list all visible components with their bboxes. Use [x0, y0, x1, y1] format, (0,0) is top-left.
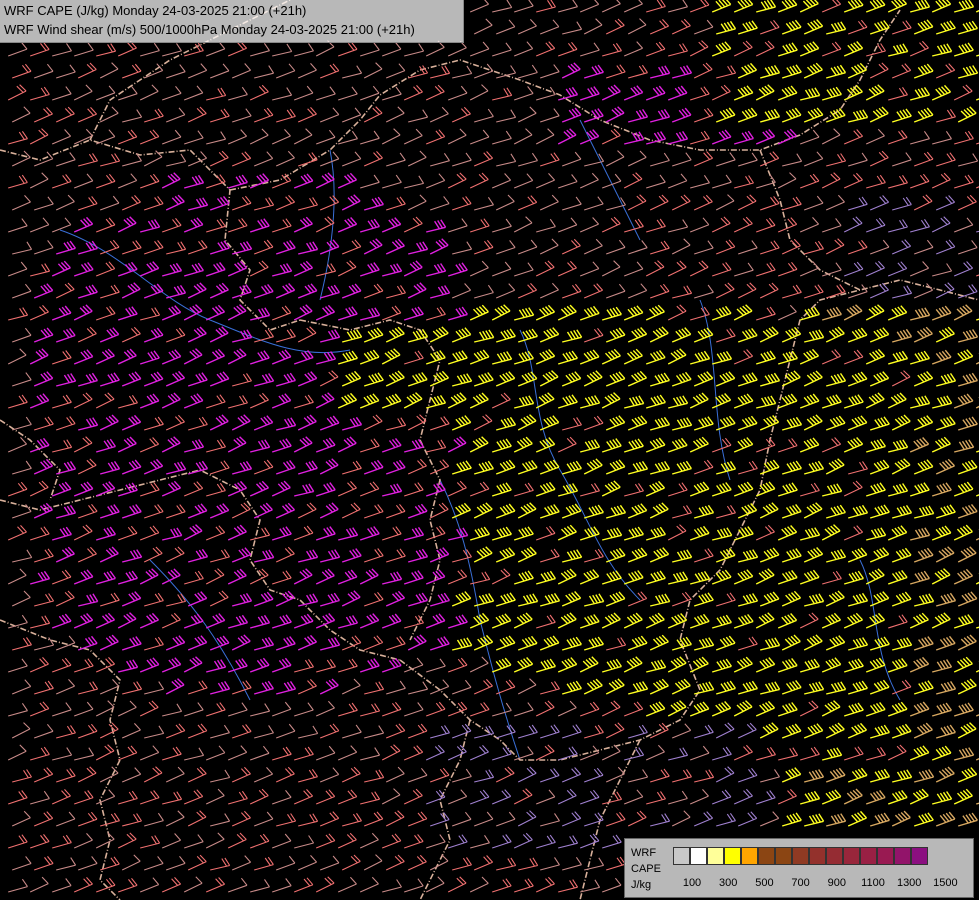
legend-tick-label: 100	[682, 877, 702, 889]
legend-swatch	[724, 847, 741, 865]
map-background	[0, 0, 979, 900]
title-cape: WRF CAPE (J/kg) Monday 24-03-2025 21:00 …	[4, 3, 307, 18]
legend-color-scale	[673, 847, 928, 865]
legend-tick-label: 1500	[933, 877, 958, 889]
legend-swatch	[860, 847, 877, 865]
legend-swatch	[826, 847, 843, 865]
legend-tick-label: 500	[755, 877, 774, 889]
map-canvas	[0, 0, 979, 900]
legend-swatch	[843, 847, 860, 865]
legend-swatch	[673, 847, 690, 865]
legend-tick-label: 700	[791, 877, 810, 889]
legend-swatch	[894, 847, 911, 865]
legend-swatch	[741, 847, 758, 865]
legend-swatch	[707, 847, 724, 865]
legend-swatch	[809, 847, 826, 865]
legend-tick-labels: 100 300 500 700 900 1100 1300 1500	[625, 877, 973, 891]
title-box: WRF CAPE (J/kg) Monday 24-03-2025 21:00 …	[0, 0, 464, 43]
title-wind-shear: WRF Wind shear (m/s) 500/1000hPa Monday …	[4, 22, 415, 37]
legend-swatch	[792, 847, 809, 865]
legend-swatch	[775, 847, 792, 865]
legend-tick-label: 1300	[896, 877, 922, 889]
legend-swatch	[690, 847, 707, 865]
legend-tick-label: 900	[827, 877, 846, 889]
legend-swatch	[758, 847, 775, 865]
legend-swatch	[911, 847, 928, 865]
legend-model-label: WRF	[631, 847, 657, 859]
legend-tick-label: 300	[719, 877, 738, 889]
legend-swatch	[877, 847, 894, 865]
legend-tick-label: 1100	[861, 877, 885, 889]
weather-map: WRF CAPE (J/kg) Monday 24-03-2025 21:00 …	[0, 0, 979, 900]
legend-variable-label: CAPE	[631, 863, 661, 875]
cape-legend: WRF CAPE J/kg 100 300 500 700 900 1100 1300 150…	[624, 838, 974, 898]
